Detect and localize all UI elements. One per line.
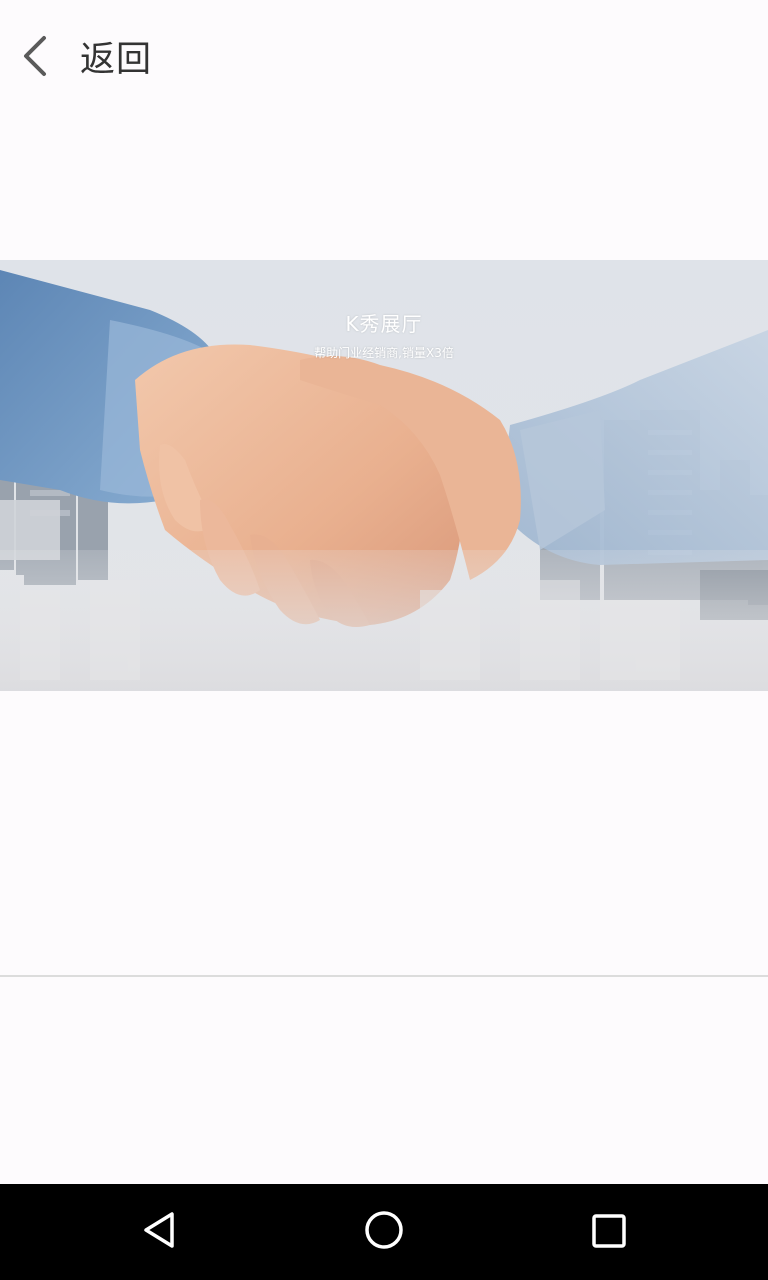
banner-subtitle: 帮助门业经销商,销量X3倍: [314, 346, 454, 360]
nav-recents-button[interactable]: [584, 1208, 632, 1256]
header-bar: 返回: [0, 0, 768, 112]
banner-title: K秀展厅: [345, 312, 423, 336]
system-navigation-bar: [0, 1184, 768, 1280]
square-recents-icon: [588, 1210, 628, 1254]
back-label: 返回: [80, 39, 153, 80]
divider: [0, 975, 768, 977]
triangle-back-icon: [140, 1210, 180, 1254]
nav-back-button[interactable]: [136, 1208, 184, 1256]
back-button[interactable]: 返回: [16, 28, 166, 84]
screen: 返回 K秀展厅 帮助门业经销商,销量X3倍: [0, 0, 768, 1280]
nav-home-button[interactable]: [360, 1208, 408, 1256]
chevron-left-icon: [16, 28, 56, 84]
circle-home-icon: [362, 1208, 406, 1256]
